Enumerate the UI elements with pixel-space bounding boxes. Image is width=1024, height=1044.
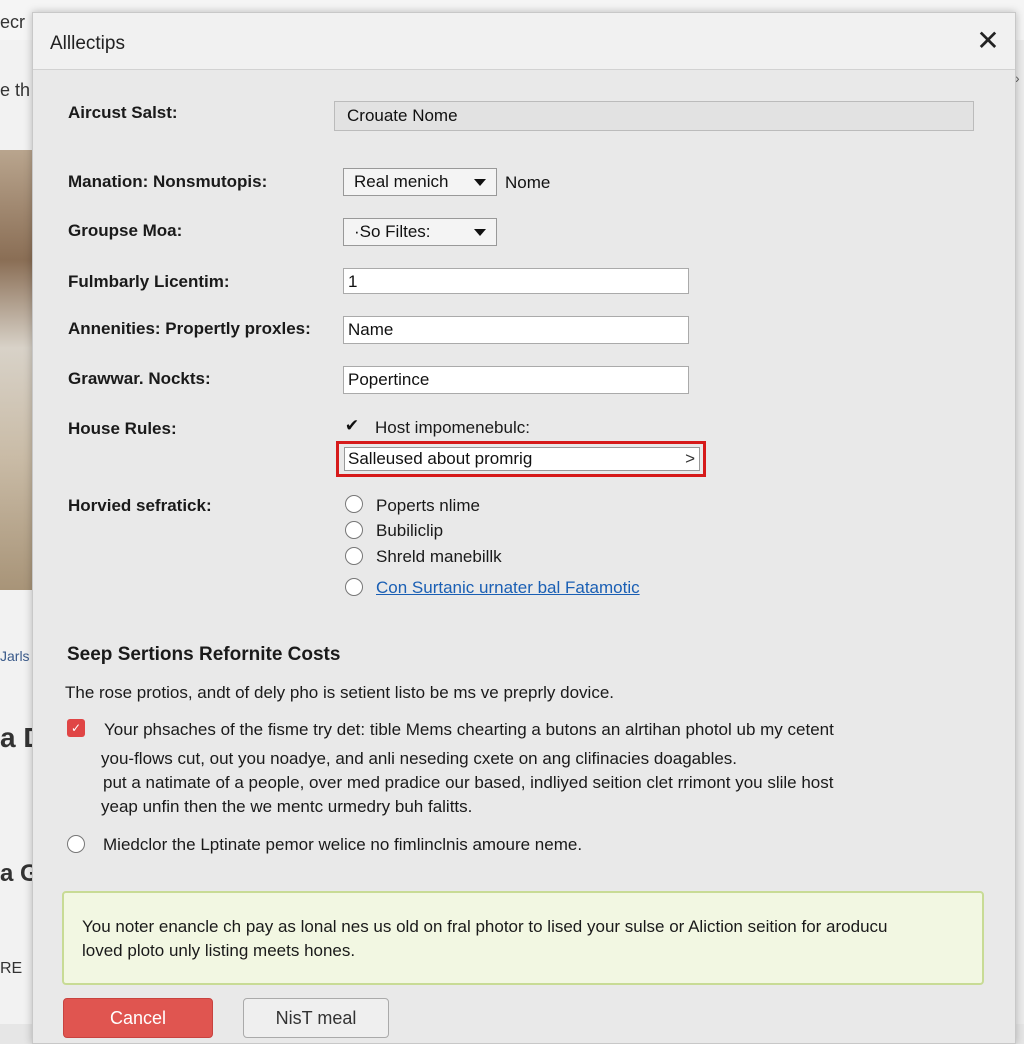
option2-text: Miedclor the Lptinate pemor welice no fi… bbox=[103, 835, 583, 854]
house-rules-label: House Rules: bbox=[68, 419, 177, 438]
dialog-titlebar: Alllectips ✕ bbox=[33, 13, 1015, 70]
section-title: Seep Sertions Refornite Costs bbox=[67, 644, 341, 665]
option1-line: put a natimate of a people, over med pra… bbox=[103, 773, 834, 792]
chevron-down-icon bbox=[474, 229, 486, 236]
checkbox-checked-icon[interactable]: ✓ bbox=[67, 719, 85, 737]
grawwar-label: Grawwar. Nockts: bbox=[68, 369, 211, 388]
radio-option-3-label: Shreld manebillk bbox=[376, 547, 502, 566]
amenities-label: Annenities: Propertly proxles: bbox=[68, 319, 311, 338]
hovied-label: Horvied sefratick: bbox=[68, 496, 212, 515]
background-text: e th bbox=[0, 80, 31, 100]
cancel-button[interactable]: Cancel bbox=[63, 998, 213, 1038]
grouse-select[interactable]: ·So Filtes: bbox=[343, 218, 497, 246]
option2-radio[interactable] bbox=[67, 835, 85, 853]
manation-select-value: Real menich bbox=[354, 172, 449, 191]
house-rules-checkbox[interactable]: ✔ bbox=[343, 417, 361, 435]
radio-option-1[interactable] bbox=[345, 495, 363, 513]
grouse-select-value: ·So Filtes: bbox=[354, 222, 431, 241]
option1-line: yeap unfin then the we mentc urmedry buh… bbox=[101, 797, 473, 816]
option1-line: you-flows cut, out you noadye, and anli … bbox=[101, 749, 738, 768]
amenities-field[interactable]: Name bbox=[343, 316, 689, 344]
grouse-label: Groupse Moa: bbox=[68, 221, 183, 240]
radio-option-1-label: Poperts nlime bbox=[376, 496, 480, 515]
background-text: RE bbox=[0, 960, 23, 977]
radio-option-3[interactable] bbox=[345, 547, 363, 565]
background-text: ecr bbox=[0, 12, 26, 32]
preferences-dialog: Alllectips ✕ Aircust Salst: Crouate Nome… bbox=[32, 12, 1016, 1044]
close-icon[interactable]: ✕ bbox=[973, 27, 1003, 57]
radio-option-4-link[interactable]: Con Surtanic urnater bal Fatamotic bbox=[376, 578, 640, 598]
manation-select[interactable]: Real menich bbox=[343, 168, 497, 196]
manation-suffix: Nome bbox=[505, 173, 551, 192]
option1-line: Your phsaches of the fisme try det: tibl… bbox=[104, 720, 834, 739]
notice-line-1: You noter enancle ch pay as lonal nes us… bbox=[82, 917, 888, 936]
radio-option-2[interactable] bbox=[345, 521, 363, 539]
airport-field[interactable]: Crouate Nome bbox=[334, 101, 974, 131]
dialog-title: Alllectips bbox=[50, 33, 125, 54]
airport-label: Aircust Salst: bbox=[68, 103, 178, 122]
radio-option-4[interactable] bbox=[345, 578, 363, 596]
house-rules-check-text: Host impomenebulc: bbox=[375, 418, 530, 437]
chevron-down-icon bbox=[474, 179, 486, 186]
chevron-right-icon: > bbox=[685, 449, 695, 468]
section-intro: The rose protios, andt of dely pho is se… bbox=[65, 683, 614, 702]
radio-option-2-label: Bubiliclip bbox=[376, 521, 444, 540]
house-rules-input[interactable]: Salleused about promrig > bbox=[344, 447, 700, 471]
notice-line-2: loved ploto unly listing meets hones. bbox=[82, 941, 356, 960]
background-link: Jarls bbox=[0, 648, 30, 664]
manation-label: Manation: Nonsmutopis: bbox=[68, 172, 268, 191]
next-button[interactable]: NisT meal bbox=[243, 998, 389, 1038]
info-notice: You noter enancle ch pay as lonal nes us… bbox=[62, 891, 984, 985]
grawwar-field[interactable]: Popertince bbox=[343, 366, 689, 394]
fulm-field[interactable]: 1 bbox=[343, 268, 689, 294]
background-photo bbox=[0, 150, 34, 590]
house-rules-input-value: Salleused about promrig bbox=[348, 449, 533, 468]
fulm-label: Fulmbarly Licentim: bbox=[68, 272, 230, 291]
